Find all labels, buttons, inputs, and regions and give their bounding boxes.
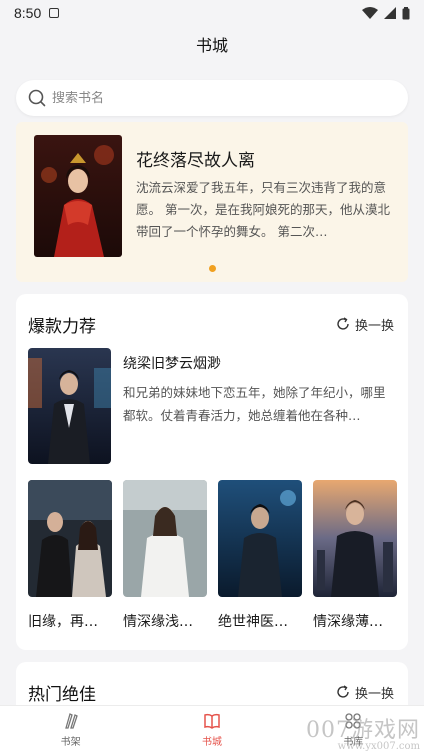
book-cover[interactable] [123, 480, 207, 597]
search-input[interactable] [52, 90, 372, 106]
bookshelf-icon [64, 712, 78, 729]
wifi-icon [362, 7, 378, 19]
refresh-icon [337, 317, 349, 330]
page-title: 书城 [195, 36, 228, 55]
banner-book-description: 沈流云深爱了我五年，只有三次违背了我的意愿。 第一次，是在我阿娘死的那天，他从漠… [136, 180, 390, 239]
featured-book-cover[interactable] [28, 348, 111, 464]
battery-icon [402, 6, 410, 19]
hot-picks-section: 爆款力荐 换一换 绕梁旧梦云烟渺 和兄弟的妹妹地下恋五年，她除了年纪小，哪里都软… [16, 294, 408, 650]
book-open-icon [204, 713, 220, 729]
tab-label: 书城 [201, 736, 222, 748]
book-item[interactable]: 情深缘浅… [123, 480, 207, 631]
featured-book-description: 和兄弟的妹妹地下恋五年，她除了年纪小，哪里都软。仗着青春活力，她总缠着他在各种… [123, 385, 386, 423]
refresh-icon [337, 685, 349, 698]
book-title[interactable]: 旧缘，再… [28, 611, 112, 631]
watermark: 007游戏网 www.yx007.com [306, 712, 420, 752]
book-item[interactable]: 绝世神医… [218, 480, 302, 631]
book-cover[interactable] [218, 480, 302, 597]
book-cover[interactable] [313, 480, 397, 597]
banner-book-title[interactable]: 花终落尽故人离 [136, 146, 255, 171]
signal-icon [384, 7, 396, 19]
book-cover[interactable] [28, 480, 112, 597]
status-icons [362, 6, 410, 20]
section-header: 爆款力荐 换一换 [28, 312, 394, 337]
page-title-bar: 书城 [0, 26, 424, 62]
refresh-button[interactable]: 换一换 [336, 683, 394, 702]
tab-bookstore[interactable]: 书城 [141, 706, 282, 753]
refresh-label: 换一换 [354, 318, 394, 334]
book-title[interactable]: 情深缘薄… [313, 611, 397, 631]
notification-icon [49, 8, 60, 18]
section-title: 爆款力荐 [28, 316, 96, 337]
refresh-button[interactable]: 换一换 [336, 315, 394, 334]
featured-book-title[interactable]: 绕梁旧梦云烟渺 [123, 353, 221, 373]
book-title[interactable]: 绝世神医… [218, 611, 302, 631]
search-bar[interactable] [16, 80, 408, 116]
section-header: 热门绝佳 换一换 [28, 680, 394, 705]
status-bar: 8:50 [0, 0, 424, 26]
watermark-brand: 007游戏网 [306, 718, 420, 743]
banner-cover-image[interactable] [34, 135, 122, 257]
carousel-indicator-dot [209, 265, 216, 272]
tab-bookshelf[interactable]: 书架 [0, 706, 141, 753]
book-item[interactable]: 旧缘，再… [28, 480, 112, 631]
search-icon [28, 89, 46, 107]
book-title[interactable]: 情深缘浅… [123, 611, 207, 631]
book-item[interactable]: 情深缘薄… [313, 480, 397, 631]
status-time: 8:50 [14, 5, 42, 21]
section-title: 热门绝佳 [28, 684, 96, 705]
tab-label: 书架 [60, 736, 81, 748]
refresh-label: 换一换 [354, 686, 394, 702]
banner-carousel[interactable]: 花终落尽故人离 沈流云深爱了我五年，只有三次违背了我的意愿。 第一次，是在我阿娘… [16, 122, 408, 282]
